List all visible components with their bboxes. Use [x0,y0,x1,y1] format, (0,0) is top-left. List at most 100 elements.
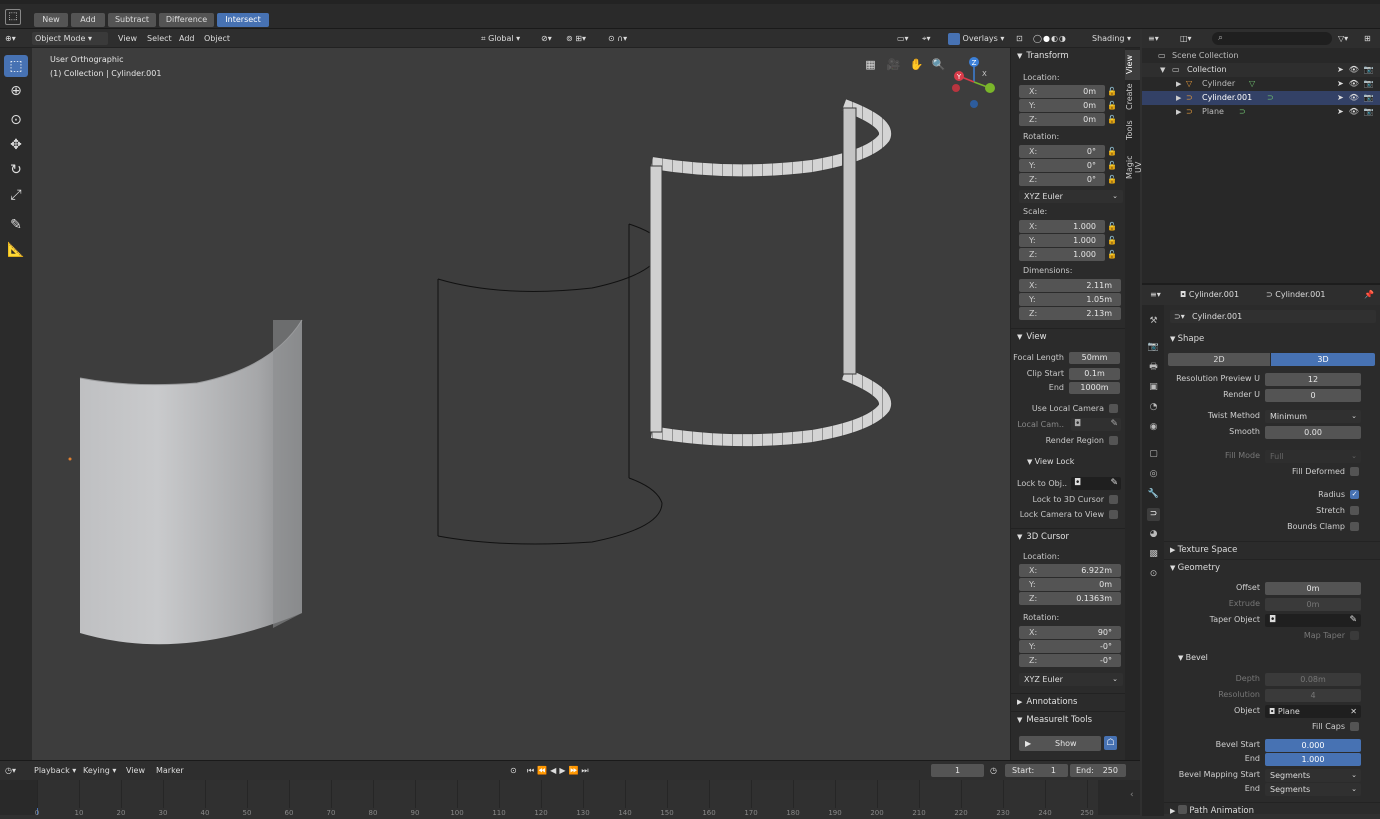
expand-icon[interactable]: ▶ [1176,91,1181,105]
fill-mode-select[interactable]: Full ⌄ [1265,450,1361,463]
offset-field[interactable]: 0m [1265,582,1361,595]
render-tab-icon[interactable]: 📷 [1147,341,1160,354]
xray-icon[interactable]: ⊡ [1016,32,1023,45]
annotations-panel-header[interactable]: ▶ Annotations [1011,693,1126,710]
scale-tool-icon[interactable]: ⤢ [4,184,28,206]
move-view-tool-icon[interactable]: ⊙ [4,109,28,131]
expand-icon[interactable]: ▼ [1160,63,1165,77]
orientation-dropdown[interactable]: ⌗ Global ▾ [481,32,520,45]
tab-view[interactable]: View [1125,50,1140,80]
radius-checkbox[interactable]: ✓ [1350,490,1359,499]
scale-x-field[interactable]: X: 1.000 [1019,220,1105,233]
expand-icon[interactable]: ▶ [1176,105,1181,119]
location-z-field[interactable]: Z: 0m [1019,113,1105,126]
cursor-z-field[interactable]: Z: 0.1363m [1019,592,1121,605]
editor-type-icon[interactable]: ⊕▾ [5,32,16,45]
rotation-y-field[interactable]: Y: 0° [1019,159,1105,172]
cursor-rot-z-field[interactable]: Z: -0° [1019,654,1121,667]
dimension-y-field[interactable]: Y: 1.05m [1019,293,1121,306]
camera-view-icon[interactable]: 🎥 [885,56,902,73]
cursor-panel-header[interactable]: ▼ 3D Cursor [1011,528,1126,545]
tab-magic-uv[interactable]: Magic UV [1125,146,1143,188]
intersect-button[interactable]: Intersect [217,13,269,27]
lock-icon[interactable]: 🔓 [1107,100,1117,111]
cursor-y-field[interactable]: Y: 0m [1019,578,1121,591]
clip-start-field[interactable]: 0.1m [1069,368,1120,380]
smooth-field[interactable]: 0.00 [1265,426,1361,439]
playback-controls[interactable]: ⏮⏪◀▶⏩⏭ [527,764,592,777]
tab-tools[interactable]: Tools [1125,116,1140,144]
path-animation-checkbox[interactable] [1177,805,1187,814]
outliner-editor-icon[interactable]: ≡▾ [1148,32,1159,45]
select-tool-icon[interactable]: ⬚ [4,55,28,77]
local-camera-field[interactable]: ◘ ✎ [1071,418,1121,431]
eyedropper-icon[interactable]: ✎ [1349,614,1357,627]
record-icon[interactable]: ⊙ [510,764,517,777]
timeline-body[interactable]: 0 10 20 30 40 50 60 70 80 90 100 110 120 130 140 150 160… [0,780,1140,817]
map-taper-checkbox[interactable] [1350,631,1359,640]
outliner-search-input[interactable]: ⌕ [1212,32,1332,45]
current-frame-field[interactable]: 1 [931,764,984,777]
location-x-field[interactable]: X: 0m [1019,85,1105,98]
material-tab-icon[interactable]: ◕ [1147,528,1160,541]
lock-icon[interactable]: 🔓 [1107,221,1117,232]
zoom-icon[interactable]: 🔍 [930,56,947,73]
geometry-section-header[interactable]: ▼ Geometry [1164,559,1380,575]
clock-icon[interactable]: ◷ [990,764,997,777]
bounds-clamp-checkbox[interactable] [1350,522,1359,531]
cursor-rotation-mode-select[interactable]: XYZ Euler ⌄ [1019,673,1123,686]
measureit-panel-header[interactable]: ▼ MeasureIt Tools [1011,711,1126,728]
lock-icon[interactable]: 🔓 [1107,235,1117,246]
lock-icon[interactable]: 🔓 [1107,146,1117,157]
lock-icon[interactable]: 🔓 [1107,86,1117,97]
scale-z-field[interactable]: Z: 1.000 [1019,248,1105,261]
tool-tab-icon[interactable]: ⚒ [1147,315,1160,328]
mapping-start-select[interactable]: Segments ⌄ [1265,769,1361,782]
view-object-types-icon[interactable]: ▭▾ [897,32,909,45]
outliner-row-scene[interactable]: ▭ Scene Collection [1142,49,1380,63]
res-preview-field[interactable]: 12 [1265,373,1361,386]
physics-tab-icon[interactable]: ◎ [1147,468,1160,481]
pan-hand-icon[interactable]: ✋ [908,56,925,73]
curve-wireframe[interactable] [437,223,663,545]
subtract-button[interactable]: Subtract [108,13,156,27]
eyedropper-icon[interactable]: ✎ [1110,477,1118,490]
outliner-row-cylinder[interactable]: ▶ ▽ Cylinder ▽ ➤👁📷 [1142,77,1380,91]
snap-icon[interactable]: ⊚ ⊞▾ [566,32,586,45]
location-y-field[interactable]: Y: 0m [1019,99,1105,112]
depth-field[interactable]: 0.08m [1265,673,1361,686]
lock-object-field[interactable]: ◘ ✎ [1071,477,1121,490]
difference-button[interactable]: Difference [159,13,214,27]
curve-data-tab-icon[interactable]: ⊃ [1147,508,1160,521]
overlays-dropdown[interactable]: Overlays ▾ [948,32,1004,45]
show-button[interactable]: ▶ Show [1019,736,1101,751]
shading-dropdown[interactable]: Shading ▾ [1092,32,1131,45]
outliner-row-collection[interactable]: ▼ ▭ Collection ➤👁📷 [1142,63,1380,77]
taper-object-field[interactable]: ◘ ✎ [1265,614,1361,627]
rotation-z-field[interactable]: Z: 0° [1019,173,1105,186]
cursor-rot-x-field[interactable]: X: 90° [1019,626,1121,639]
path-animation-header[interactable]: ▶ Path Animation [1164,802,1380,818]
mode-3d-button[interactable]: 3D [1271,353,1375,366]
expand-icon[interactable]: ▶ [1176,77,1181,91]
proportional-edit-icon[interactable]: ⊙ ∩▾ [608,32,627,45]
bevel-end-field[interactable]: 1.000 [1265,753,1361,766]
add-button[interactable]: Add [71,13,105,27]
filter-icon[interactable]: ▽▾ [1338,32,1348,45]
shading-modes[interactable]: ◯●◐◑ [1033,32,1067,45]
grid-icon[interactable]: ▦ [862,56,879,73]
mapping-end-select[interactable]: Segments ⌄ [1265,783,1361,796]
dimension-x-field[interactable]: X: 2.11m [1019,279,1121,292]
menu-select[interactable]: Select [147,32,172,45]
mode-dropdown[interactable]: Object Mode ▾ [32,32,108,45]
keying-menu[interactable]: Keying ▾ [83,764,116,777]
measure-tool-icon[interactable]: 📐 [4,239,28,261]
twist-method-select[interactable]: Minimum ⌄ [1265,410,1361,423]
properties-editor-icon[interactable]: ≡▾ [1150,288,1161,301]
3d-viewport[interactable]: User Orthographic (1) Collection | Cylin… [32,48,1010,760]
display-mode-icon[interactable]: ◫▾ [1180,32,1192,45]
stretch-checkbox[interactable] [1350,506,1359,515]
lock-icon[interactable]: 🔓 [1107,249,1117,260]
render-region-checkbox[interactable] [1109,436,1118,445]
beveled-curve-object[interactable] [649,98,893,448]
